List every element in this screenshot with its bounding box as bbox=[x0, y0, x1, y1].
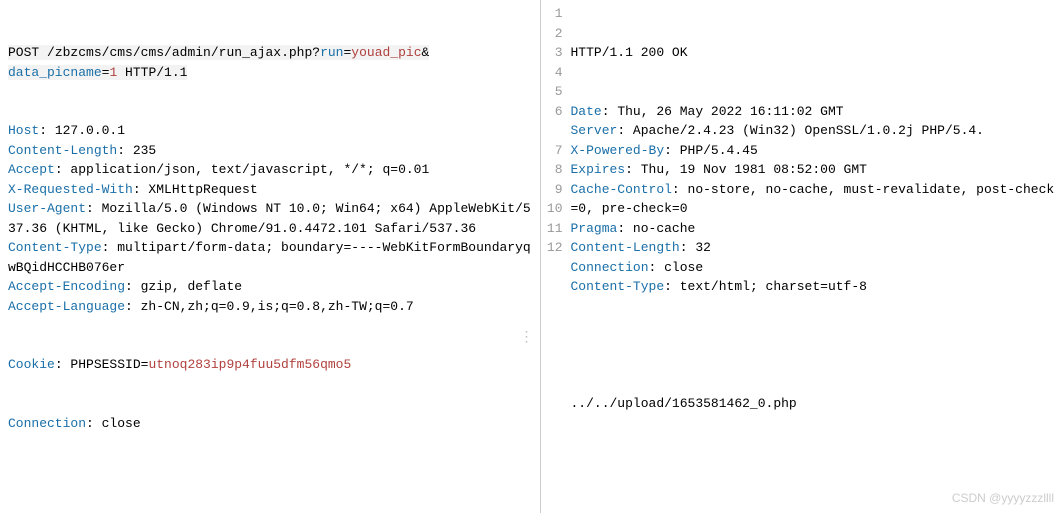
query-val-run: youad_pic bbox=[351, 45, 421, 60]
query-key-run: run bbox=[320, 45, 343, 60]
request-header: User-Agent: Mozilla/5.0 (Windows NT 10.0… bbox=[8, 199, 532, 238]
status-line: HTTP/1.1 200 OK bbox=[571, 43, 1061, 63]
line-number: 5 bbox=[541, 82, 563, 102]
request-pane[interactable]: POST /zbzcms/cms/cms/admin/run_ajax.php?… bbox=[0, 0, 541, 513]
request-header: Accept-Language: zh-CN,zh;q=0.9,is;q=0.8… bbox=[8, 297, 532, 317]
line-number: 11 bbox=[541, 219, 563, 239]
response-pane[interactable]: 123456789101112 HTTP/1.1 200 OK Date: Th… bbox=[541, 0, 1064, 513]
request-header: Content-Type: multipart/form-data; bound… bbox=[8, 238, 532, 277]
response-header: Content-Type: text/html; charset=utf-8 bbox=[571, 277, 1061, 297]
line-number: 10 bbox=[541, 199, 563, 219]
response-header: Expires: Thu, 19 Nov 1981 08:52:00 GMT bbox=[571, 160, 1061, 180]
response-header: Cache-Control: no-store, no-cache, must-… bbox=[571, 180, 1061, 219]
response-header: X-Powered-By: PHP/5.4.45 bbox=[571, 141, 1061, 161]
line-number-gutter: 123456789101112 bbox=[541, 0, 569, 513]
response-header: Date: Thu, 26 May 2022 16:11:02 GMT bbox=[571, 102, 1061, 122]
line-number: 7 bbox=[541, 141, 563, 161]
http-method: POST bbox=[8, 45, 39, 60]
query-key-picname: data_picname bbox=[8, 65, 102, 80]
line-number: 3 bbox=[541, 43, 563, 63]
response-header: Content-Length: 32 bbox=[571, 238, 1061, 258]
response-header: Connection: close bbox=[571, 258, 1061, 278]
watermark: CSDN @yyyyzzzllll bbox=[952, 489, 1054, 507]
request-header: Host: 127.0.0.1 bbox=[8, 121, 532, 141]
response-body: ../../upload/1653581462_0.php bbox=[571, 394, 1061, 414]
line-number: 4 bbox=[541, 63, 563, 83]
session-id: utnoq283ip9p4fuu5dfm56qmo5 bbox=[148, 357, 351, 372]
request-header: Accept-Encoding: gzip, deflate bbox=[8, 277, 532, 297]
request-header: X-Requested-With: XMLHttpRequest bbox=[8, 180, 532, 200]
request-header: Accept: application/json, text/javascrip… bbox=[8, 160, 532, 180]
cookie-header: Cookie: PHPSESSID=utnoq283ip9p4fuu5dfm56… bbox=[8, 355, 532, 375]
kebab-menu-icon[interactable]: ⋮ bbox=[520, 335, 534, 342]
line-number: 12 bbox=[541, 238, 563, 258]
request-path: /zbzcms/cms/cms/admin/run_ajax.php? bbox=[47, 45, 320, 60]
request-header: Content-Length: 235 bbox=[8, 141, 532, 161]
line-number: 8 bbox=[541, 160, 563, 180]
request-line: POST /zbzcms/cms/cms/admin/run_ajax.php?… bbox=[8, 43, 532, 82]
line-number: 9 bbox=[541, 180, 563, 200]
connection-header: Connection: close bbox=[8, 414, 532, 434]
line-number: 6 bbox=[541, 102, 563, 141]
line-number: 1 bbox=[541, 4, 563, 24]
line-number: 2 bbox=[541, 24, 563, 44]
response-header: Pragma: no-cache bbox=[571, 219, 1061, 239]
response-header: Server: Apache/2.4.23 (Win32) OpenSSL/1.… bbox=[571, 121, 1061, 141]
